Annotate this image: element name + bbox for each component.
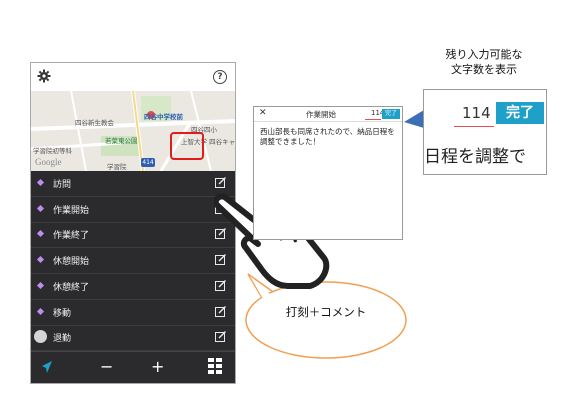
- action-label: 休憩開始: [53, 257, 90, 268]
- circle-marker-icon: [34, 330, 47, 344]
- action-row[interactable]: 退勤: [31, 325, 235, 352]
- zoom-done-button: 完了: [496, 102, 544, 124]
- diamond-marker-icon: [36, 256, 45, 264]
- edit-icon[interactable]: [215, 305, 226, 317]
- bottom-toolbar: − +: [31, 351, 235, 383]
- action-label: 訪問: [53, 180, 72, 190]
- comment-textarea[interactable]: 西山部長も同席されたので、納品日程を調整できました！: [260, 127, 396, 147]
- action-row[interactable]: 作業開始: [31, 197, 235, 223]
- gear-icon[interactable]: [37, 69, 51, 83]
- zoom-text-excerpt: 日程を調整で: [424, 147, 526, 167]
- help-icon[interactable]: ?: [213, 70, 227, 84]
- dialog-title: 作業開始: [306, 110, 336, 119]
- diamond-marker-icon: [36, 281, 45, 289]
- diamond-marker-icon: [36, 307, 45, 315]
- zoom-underline: [454, 126, 494, 127]
- action-row[interactable]: 休憩終了: [31, 274, 235, 300]
- map-label-shinsei: 四谷新生教会: [75, 119, 114, 127]
- map-label-gakushuin: 学習院初等科: [33, 147, 72, 155]
- map-label-park: 若葉東公園: [105, 137, 138, 145]
- top-bar: ?: [31, 63, 235, 91]
- count-underline: [365, 119, 381, 120]
- action-row[interactable]: 休憩開始: [31, 248, 235, 275]
- action-row[interactable]: 作業終了: [31, 222, 235, 249]
- comment-dialog: ✕ 作業開始 114 完了 西山部長も同席されたので、納品日程を調整できました！: [253, 106, 403, 240]
- map-label-school: 四谷中学校前: [144, 113, 183, 121]
- action-label: 移動: [53, 308, 72, 319]
- action-row[interactable]: 移動: [31, 300, 235, 326]
- map-view[interactable]: 四谷中学校前 四谷新生教会 四谷四小 若葉東公園 上智大学 四谷キャ 学習院初等…: [31, 91, 235, 171]
- phone-screen: ? 四谷中学校前 四谷新生教会 四谷四小 若葉東公園 上智大学 四谷キャ 学習院…: [30, 62, 236, 384]
- action-list: 訪問作業開始作業終了休憩開始休憩終了移動退勤: [31, 171, 235, 352]
- diamond-marker-icon: [36, 178, 45, 187]
- grid-menu-icon[interactable]: [208, 358, 222, 376]
- caption-text: 残り入力可能な 文字数を表示: [421, 47, 547, 77]
- action-label: 休憩終了: [53, 282, 90, 293]
- action-label: 作業開始: [53, 205, 90, 216]
- route-badge: 414: [141, 158, 155, 167]
- caption-line-2: 文字数を表示: [451, 63, 517, 76]
- action-label: 作業終了: [53, 231, 90, 242]
- google-logo: Google: [35, 157, 62, 167]
- zoom-callout: 114 完了 日程を調整で: [423, 89, 547, 175]
- close-icon[interactable]: ✕: [259, 108, 267, 118]
- action-row[interactable]: 訪問: [31, 171, 235, 197]
- zoom-remaining-count: 114: [462, 104, 491, 122]
- map-label-gakushuin-2: 学習院: [107, 163, 127, 171]
- diamond-marker-icon: [36, 204, 45, 212]
- zoom-in-button[interactable]: +: [151, 358, 164, 376]
- done-button[interactable]: 完了: [382, 109, 400, 119]
- edit-icon[interactable]: [215, 331, 226, 343]
- caption-line-1: 残り入力可能な: [445, 48, 523, 61]
- zoom-out-button[interactable]: −: [100, 358, 113, 376]
- highlight-box: [170, 132, 204, 160]
- action-label: 退勤: [53, 334, 72, 345]
- edit-icon[interactable]: [215, 177, 226, 188]
- location-arrow-icon[interactable]: [41, 360, 53, 374]
- bubble-label: 打刻＋コメント: [285, 305, 367, 319]
- diamond-marker-icon: [36, 230, 45, 238]
